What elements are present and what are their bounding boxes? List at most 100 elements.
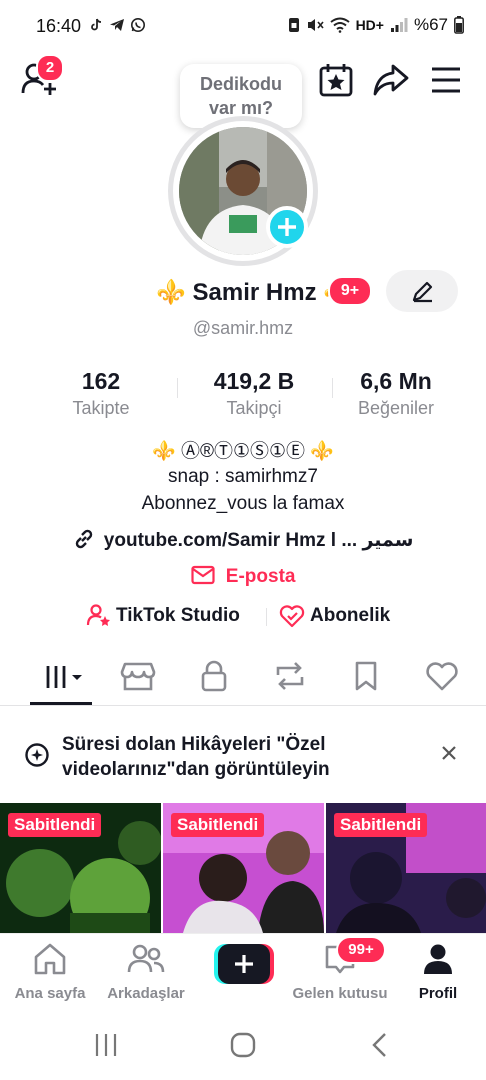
- create-plus-icon: [214, 944, 274, 984]
- video-thumbnail[interactable]: Sabitlendi: [326, 803, 486, 933]
- bio-link-text: youtube.com/Samir Hmz l ... سمير: [103, 530, 414, 551]
- bio-line-3: Abonnez_vous la famax: [141, 493, 345, 514]
- tiktok-studio-label: TikTok Studio: [116, 605, 240, 626]
- pinned-badge: Sabitlendi: [171, 813, 265, 837]
- followers-count: 419,2 B: [213, 368, 295, 394]
- nav-inbox[interactable]: 99+ Gelen kutusu: [290, 936, 390, 1002]
- heart-icon: [426, 662, 458, 691]
- signal-icon: [390, 18, 408, 32]
- expired-stories-notice[interactable]: Süresi dolan Hikâyeleri "Özel videoların…: [0, 718, 486, 792]
- bio-line-2: snap : samirhmz7: [168, 466, 318, 487]
- share-icon: [373, 64, 409, 96]
- name-badge[interactable]: 9+: [328, 276, 372, 306]
- nav-friends-label: Arkadaşlar: [107, 985, 185, 1002]
- close-icon[interactable]: [440, 744, 458, 762]
- following-label: Takipte: [72, 398, 130, 418]
- system-navigation-bar: [0, 1003, 486, 1080]
- lock-icon: [201, 660, 227, 692]
- private-tab[interactable]: [194, 658, 234, 694]
- create-button[interactable]: [193, 942, 293, 991]
- user-star-icon: [86, 604, 110, 626]
- edit-profile-button[interactable]: [386, 270, 458, 312]
- videos-tab[interactable]: [42, 658, 92, 694]
- pencil-icon: [412, 281, 433, 303]
- sim-icon: [288, 18, 299, 32]
- note-bubble-line1: Dedikodu: [199, 74, 282, 94]
- share-profile-button[interactable]: [372, 62, 410, 98]
- bookmark-icon: [355, 661, 377, 691]
- status-time: 16:40: [36, 16, 82, 36]
- plus-icon: [278, 218, 296, 236]
- likes-count: 6,6 Mn: [360, 368, 432, 394]
- followers-stat[interactable]: 419,2 B Takipçi: [179, 366, 329, 420]
- video-thumbnail[interactable]: Sabitlendi: [163, 803, 324, 933]
- profile-stats: 162 Takipte 419,2 B Takipçi 6,6 Mn Beğen…: [0, 366, 486, 426]
- shop-tab[interactable]: [118, 658, 158, 694]
- likes-stat[interactable]: 6,6 Mn Beğeniler: [321, 366, 471, 420]
- following-stat[interactable]: 162 Takipte: [26, 366, 176, 420]
- username: @samir.hmz: [192, 318, 294, 338]
- status-bar: 16:40 HD+ %67: [0, 0, 486, 52]
- nav-profile[interactable]: Profil: [388, 942, 486, 1002]
- home-circle-icon[interactable]: [229, 1031, 257, 1059]
- status-right: HD+ %67: [288, 15, 464, 35]
- nav-inbox-label: Gelen kutusu: [292, 985, 388, 1002]
- bio-line-1: ⚜️ Ⓐ®Ⓣ①Ⓢ①Ⓔ ⚜️: [152, 441, 334, 462]
- bottom-nav: Ana sayfa Arkadaşlar 99+ Gelen kutusu Pr…: [0, 933, 486, 1003]
- favorites-tab[interactable]: [346, 658, 386, 694]
- video-thumbnail[interactable]: Sabitlendi: [0, 803, 161, 933]
- whatsapp-notification-icon: [131, 18, 145, 32]
- repost-tab[interactable]: [270, 658, 310, 694]
- nav-home[interactable]: Ana sayfa: [0, 942, 100, 1002]
- active-tab-indicator: [30, 702, 92, 705]
- home-icon: [34, 943, 66, 975]
- pinned-badge: Sabitlendi: [334, 813, 428, 837]
- repost-icon: [276, 662, 304, 690]
- creator-tools-row: TikTok Studio Abonelik: [0, 600, 486, 632]
- telegram-notification-icon: [110, 19, 124, 31]
- followers-label: Takipçi: [226, 398, 282, 418]
- profile-tabs: [0, 650, 486, 706]
- subscription-heart-icon: [279, 605, 305, 628]
- network-type-label: HD+: [355, 17, 384, 33]
- mail-icon: [190, 565, 215, 585]
- likes-label: Beğeniler: [357, 398, 435, 418]
- subscription-button[interactable]: Abonelik: [278, 602, 390, 630]
- mute-icon: [307, 19, 324, 31]
- friends-icon: [127, 944, 165, 973]
- subscription-label: Abonelik: [310, 605, 391, 626]
- grid-columns-icon: [46, 666, 82, 688]
- notice-text: Süresi dolan Hikâyeleri "Özel videoların…: [62, 734, 330, 780]
- nav-friends[interactable]: Arkadaşlar: [96, 942, 196, 1002]
- nav-profile-label: Profil: [418, 985, 458, 1002]
- status-app-icons: [88, 17, 146, 33]
- calendar-button[interactable]: [318, 62, 354, 98]
- following-count: 162: [81, 368, 121, 394]
- wifi-icon: [329, 17, 350, 33]
- back-icon[interactable]: [366, 1031, 394, 1059]
- profile-icon: [424, 944, 452, 974]
- display-name: ⚜️ Samir Hmz ⚜️: [156, 279, 354, 306]
- tiktok-notification-icon: [91, 18, 102, 31]
- email-button[interactable]: E-posta: [0, 565, 486, 588]
- friend-requests-badge: 2: [36, 54, 64, 82]
- recent-apps-icon[interactable]: [92, 1031, 120, 1059]
- menu-button[interactable]: [430, 66, 462, 94]
- inbox-badge: 99+: [336, 936, 386, 964]
- shop-icon: [120, 662, 156, 691]
- add-friends-button[interactable]: 2: [20, 54, 64, 98]
- stat-divider: [177, 378, 178, 398]
- tools-divider: [266, 608, 267, 626]
- pinned-badge: Sabitlendi: [8, 813, 102, 837]
- story-sparkle-icon: [25, 743, 49, 767]
- email-label: E-posta: [225, 566, 296, 587]
- add-story-button[interactable]: [266, 206, 308, 248]
- nav-home-label: Ana sayfa: [14, 985, 86, 1002]
- liked-tab[interactable]: [422, 658, 462, 694]
- calendar-star-icon: [319, 64, 353, 97]
- tiktok-studio-button[interactable]: TikTok Studio: [86, 602, 240, 630]
- bio-link[interactable]: youtube.com/Samir Hmz l ... سمير: [0, 528, 486, 552]
- video-grid: Sabitlendi Sabitlendi Sabitlendi: [0, 803, 486, 933]
- link-icon: [75, 529, 92, 549]
- menu-icon: [432, 67, 460, 93]
